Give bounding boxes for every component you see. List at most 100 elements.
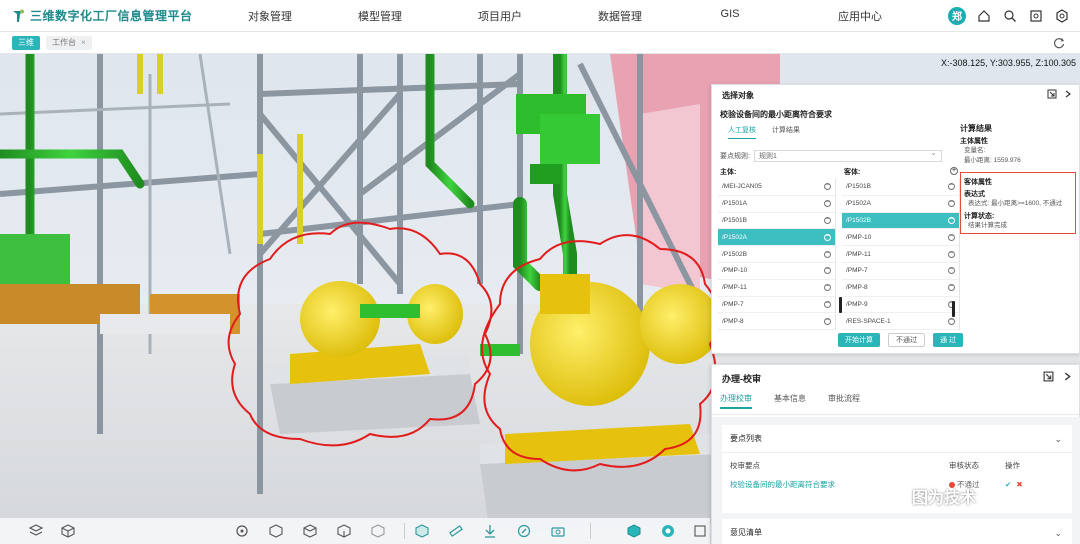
guest-column-header: 客体: +: [842, 167, 960, 179]
tab-workbench[interactable]: 工作台 ×: [46, 35, 92, 50]
list-item[interactable]: /P1501B −: [718, 213, 835, 230]
tab-calc-result[interactable]: 计算结果: [772, 125, 800, 139]
cube-side-icon[interactable]: [336, 523, 352, 539]
list-item-label: /PMP-10: [846, 233, 872, 241]
list-item[interactable]: /P1501A −: [718, 196, 835, 213]
remove-icon[interactable]: −: [824, 266, 831, 275]
list-item[interactable]: /PMP-10 −: [842, 229, 959, 247]
guest-column: 客体: + /P1501B −/P1502A −/P1502B −/PMP-10−/PM…: [842, 167, 960, 331]
remove-icon[interactable]: −: [824, 283, 831, 292]
list-item[interactable]: /P1502A −: [718, 229, 835, 247]
remove-icon[interactable]: −: [948, 283, 955, 292]
points-header[interactable]: 要点列表 ⌄: [722, 425, 1072, 453]
collapse-icon[interactable]: [1062, 371, 1073, 385]
list-item[interactable]: /MEI-JCAN05 −: [718, 179, 835, 196]
opinion-header[interactable]: 意见清单 ⌄: [722, 519, 1072, 544]
list-item[interactable]: /PMP-8 −: [718, 313, 835, 331]
list-item[interactable]: /PMP-10 −: [718, 263, 835, 280]
close-icon[interactable]: ✖: [1016, 480, 1022, 489]
review-tabs: 办理校审 基本信息 审批流程: [720, 393, 860, 409]
refresh-icon[interactable]: [1052, 36, 1066, 50]
check-icon[interactable]: ✔: [1005, 480, 1011, 489]
remove-icon[interactable]: −: [948, 233, 955, 241]
chevron-down-icon[interactable]: ⌄: [1054, 528, 1062, 539]
layers-icon[interactable]: [28, 523, 44, 539]
list-item[interactable]: /PMP-7 −: [718, 297, 835, 314]
remove-icon[interactable]: −: [948, 317, 955, 325]
section-box-icon[interactable]: [414, 523, 430, 539]
remove-icon[interactable]: −: [948, 266, 955, 275]
list-item[interactable]: /PMP-9−: [842, 297, 959, 314]
close-icon[interactable]: ×: [81, 38, 86, 47]
action-buttons: 开始计算 不通过 通 过: [838, 333, 963, 347]
remove-icon[interactable]: −: [948, 182, 955, 191]
remove-icon[interactable]: −: [824, 216, 831, 224]
cube-front-icon[interactable]: [268, 523, 284, 539]
chevron-down-icon[interactable]: ⌄: [1054, 434, 1062, 445]
approve-button[interactable]: 通 过: [933, 333, 963, 347]
point-link[interactable]: 校验设备间的最小距离符合要求: [730, 479, 835, 490]
nav-project-users[interactable]: 项目用户: [440, 8, 560, 24]
list-item-label: /PMP-11: [722, 284, 747, 292]
remove-icon[interactable]: −: [948, 250, 955, 258]
expr-title: 表达式: [964, 191, 985, 198]
nav-app-center[interactable]: 应用中心: [780, 8, 940, 24]
properties-icon[interactable]: [660, 523, 676, 539]
rule-select[interactable]: 规则1: [753, 148, 942, 162]
remove-icon[interactable]: −: [948, 216, 955, 224]
wechat-icon: [880, 482, 906, 509]
app-logo[interactable]: 三维数字化工厂信息管理平台: [0, 7, 210, 24]
annotate-icon[interactable]: [516, 523, 532, 539]
remove-icon[interactable]: −: [824, 199, 831, 208]
remove-icon[interactable]: −: [824, 233, 831, 241]
tab-basic-info[interactable]: 基本信息: [774, 393, 806, 409]
tab-approval-flow[interactable]: 审批流程: [828, 393, 860, 409]
remove-icon[interactable]: −: [824, 317, 831, 325]
tab-handle-review[interactable]: 办理校审: [720, 393, 752, 409]
nav-data-management[interactable]: 数据管理: [560, 8, 680, 24]
nav-object-management[interactable]: 对象管理: [210, 8, 320, 24]
nav-gis[interactable]: GIS: [680, 8, 780, 24]
tab-manual-review[interactable]: 人工复核: [728, 125, 756, 139]
list-item[interactable]: /P1502B −: [718, 246, 835, 263]
settings-icon[interactable]: [1054, 8, 1070, 24]
list-item[interactable]: /RES-SPACE-1 −: [842, 313, 959, 331]
cube-icon[interactable]: [60, 523, 76, 539]
tab-3d[interactable]: 三维: [12, 35, 40, 50]
calc-result-area: 计算结果 主体属性 变量名: 最小距离: 1559.976 客体属性 表达式 表…: [960, 123, 1076, 234]
camera-icon[interactable]: [550, 523, 566, 539]
start-calc-button[interactable]: 开始计算: [838, 333, 880, 347]
reject-button[interactable]: 不通过: [888, 333, 925, 347]
minimize-icon[interactable]: [1043, 371, 1054, 385]
list-item-label: /P1501B: [722, 216, 747, 224]
list-item[interactable]: /P1501B −: [842, 179, 959, 196]
scrollbar[interactable]: [952, 301, 955, 317]
collapse-icon[interactable]: [1063, 89, 1073, 101]
cube-top-icon[interactable]: [302, 523, 318, 539]
target-icon[interactable]: [234, 523, 250, 539]
nav-model-management[interactable]: 模型管理: [320, 8, 440, 24]
download-icon[interactable]: [482, 523, 498, 539]
top-navbar: 三维数字化工厂信息管理平台 对象管理 模型管理 项目用户 数据管理 GIS 应用…: [0, 0, 1080, 32]
settings-cube-icon[interactable]: [692, 523, 708, 539]
screenshot-icon[interactable]: [1028, 8, 1044, 24]
main-label: 主体:: [720, 169, 737, 176]
user-avatar[interactable]: 郑: [948, 6, 966, 25]
cube-iso-icon[interactable]: [370, 523, 386, 539]
list-item[interactable]: /P1502B −: [842, 212, 959, 230]
remove-icon[interactable]: −: [824, 182, 831, 191]
list-item[interactable]: /PMP-11 −: [842, 246, 959, 263]
home-icon[interactable]: [976, 8, 992, 24]
list-item[interactable]: /PMP-8 −: [842, 280, 959, 297]
remove-icon[interactable]: −: [824, 250, 831, 258]
minimize-icon[interactable]: [1047, 89, 1057, 101]
list-item[interactable]: /P1502A −: [842, 196, 959, 213]
remove-icon[interactable]: −: [824, 300, 831, 308]
model-tree-icon[interactable]: [626, 523, 642, 539]
search-icon[interactable]: [1002, 8, 1018, 24]
measure-icon[interactable]: [448, 523, 464, 539]
remove-icon[interactable]: −: [948, 199, 955, 208]
add-icon[interactable]: +: [950, 167, 958, 175]
list-item[interactable]: /PMP-11 −: [718, 280, 835, 297]
list-item[interactable]: /PMP-7 −: [842, 263, 959, 280]
